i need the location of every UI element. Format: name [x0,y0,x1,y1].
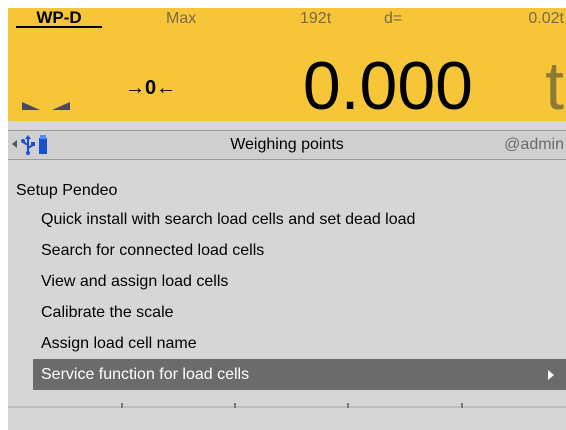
max-capacity-value: 192t [300,10,332,27]
max-label: Max [166,10,197,27]
menu-item-label: Service function for load cells [41,366,250,383]
section-title: Setup Pendeo [16,182,118,199]
center-of-zero-icon: →0← [125,77,177,99]
motion-indicator-icon [22,102,70,110]
menu-list: Quick install with search load cells and… [33,204,566,390]
softkey-divider [121,403,123,408]
menu-item-view-assign-load-cells[interactable]: View and assign load cells [33,266,566,297]
menu-item-search-load-cells[interactable]: Search for connected load cells [33,235,566,266]
softkey-divider [347,403,349,408]
weight-display: WP-D Max 192t d= 0.02t →0← 0.000 t [8,8,566,124]
weight-unit: t [545,48,564,124]
terminal-screen: WP-D Max 192t d= 0.02t →0← 0.000 t Weigh… [8,8,566,430]
menu-item-quick-install[interactable]: Quick install with search load cells and… [33,204,566,235]
weight-value: 0.000 [302,48,473,124]
division-value: 0.02t [528,10,564,27]
menu-title: Weighing points [230,136,344,153]
scale-id-label: WP-D [16,8,102,28]
menu-area: Weighing points @admin Setup Pendeo Quic… [8,121,566,430]
menu-item-calibrate-scale[interactable]: Calibrate the scale [33,297,566,328]
softkey-divider [234,403,236,408]
menu-item-service-function[interactable]: Service function for load cells [33,359,566,390]
menu-item-assign-load-cell-name[interactable]: Assign load cell name [33,328,566,359]
submenu-arrow-icon [548,370,554,380]
current-user: @admin [504,136,564,153]
softkey-divider [461,403,463,408]
division-label: d= [384,10,403,27]
softkey-bar [8,403,566,408]
title-bar: Weighing points @admin [8,130,566,160]
